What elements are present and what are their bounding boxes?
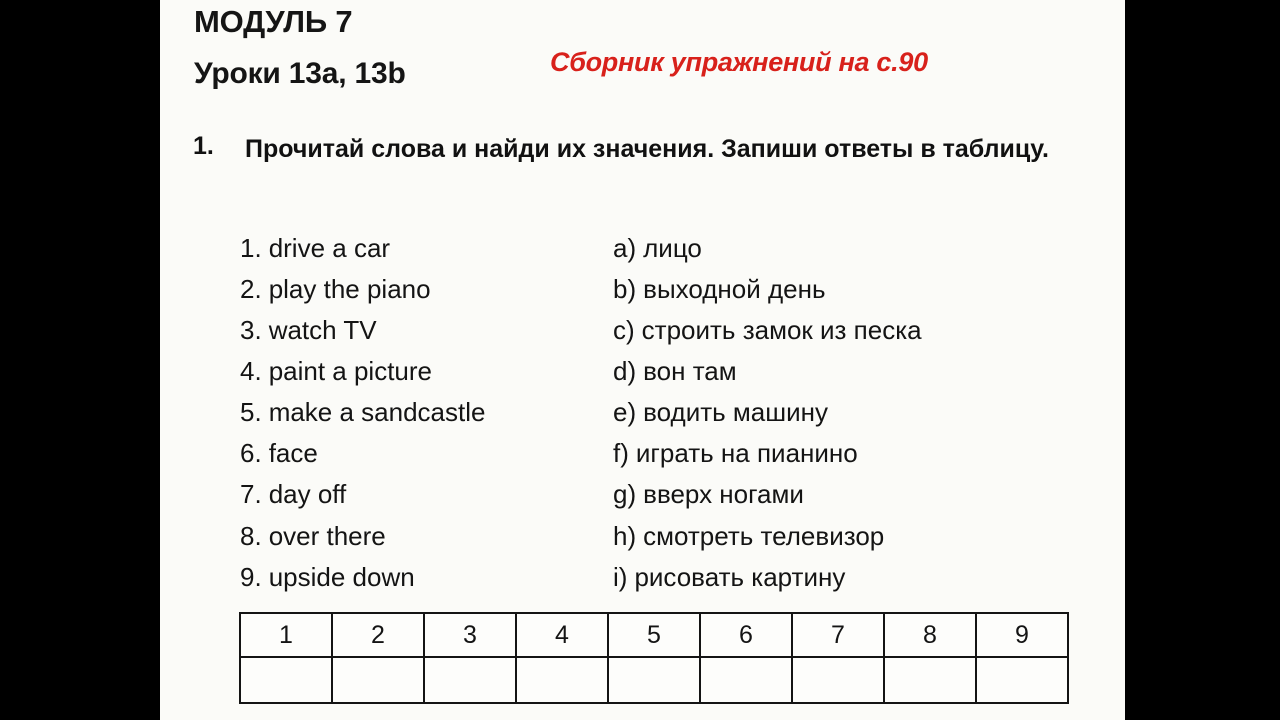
english-phrase-marker: 9. [240, 561, 262, 592]
worksheet-page: МОДУЛЬ 7 Уроки 13a, 13b Сборник упражнен… [160, 0, 1125, 720]
answer-table-answer-row [239, 656, 1069, 704]
russian-meaning-text: вверх ногами [643, 479, 804, 510]
task-number: 1. [193, 132, 214, 160]
russian-meaning-text: лицо [643, 233, 702, 263]
russian-meaning-marker: a) [613, 233, 637, 263]
russian-meaning-text: строить замок из песка [641, 315, 922, 346]
russian-meaning-marker: f) [613, 438, 629, 469]
answer-table-answer-cell[interactable] [883, 656, 977, 704]
english-phrase-item: 7. day off [240, 474, 590, 515]
english-phrase-item: 8. over there [240, 516, 590, 557]
answer-table-header-cell: 9 [975, 612, 1069, 658]
russian-meaning-item: a) лицо [613, 228, 1073, 269]
answer-table-header-cell: 5 [607, 612, 701, 658]
answer-table-header-cell: 2 [331, 612, 425, 658]
english-phrase-text: upside down [268, 561, 415, 592]
answer-table-answer-cell[interactable] [791, 656, 885, 704]
english-phrase-marker: 7. [240, 479, 262, 510]
russian-meaning-marker: e) [613, 397, 637, 428]
answer-table-answer-cell[interactable] [423, 656, 517, 704]
answer-table-header-cell: 4 [515, 612, 609, 658]
english-phrase-marker: 8. [240, 520, 262, 551]
russian-meanings-column: a) лицо b) выходной день c) строить замок из … [613, 228, 1073, 598]
russian-meaning-marker: i) [613, 561, 628, 592]
english-phrase-item: 9. upside down [240, 557, 590, 598]
answer-table-header-cell: 7 [791, 612, 885, 658]
english-phrase-text: make a sandcastle [268, 397, 486, 428]
russian-meaning-item: b) выходной день [613, 269, 1073, 310]
russian-meaning-item: g) вверх ногами [613, 474, 1073, 515]
answer-table: 123456789 [239, 612, 1069, 704]
russian-meaning-item: f) играть на пианино [613, 433, 1073, 474]
russian-meaning-item: i) рисовать картину [613, 557, 1073, 598]
english-phrase-marker: 4. [240, 356, 262, 387]
russian-meaning-item: e) водить машину [613, 392, 1073, 433]
russian-meaning-text: выходной день [643, 274, 826, 305]
answer-table-answer-cell[interactable] [975, 656, 1069, 704]
english-phrase-item: 2. play the piano [240, 269, 590, 310]
english-phrase-text: drive a car [268, 233, 391, 263]
english-phrase-text: over there [268, 520, 386, 551]
letterbox-bar-left [0, 0, 160, 720]
russian-meaning-marker: h) [613, 520, 637, 551]
russian-meaning-item: h) смотреть телевизор [613, 516, 1073, 557]
answer-table-answer-cell[interactable] [607, 656, 701, 704]
english-phrases-column: 1. drive a car 2. play the piano 3. watch TV 4… [240, 228, 590, 598]
english-phrase-marker: 2. [240, 274, 262, 305]
answer-table-answer-cell[interactable] [699, 656, 793, 704]
russian-meaning-text: водить машину [643, 397, 828, 428]
letterbox-bar-right [1125, 0, 1280, 720]
english-phrase-item: 1. drive a car [240, 228, 590, 269]
module-title: МОДУЛЬ 7 [194, 4, 353, 39]
english-phrase-item: 5. make a sandcastle [240, 392, 590, 433]
english-phrase-marker: 3. [240, 315, 262, 346]
workbook-reference-note: Сборник упражнений на с.90 [550, 47, 928, 77]
russian-meaning-text: рисовать картину [634, 561, 846, 592]
russian-meaning-text: вон там [643, 356, 737, 387]
answer-table-header-cell: 6 [699, 612, 793, 658]
russian-meaning-marker: b) [613, 274, 637, 305]
english-phrase-text: paint a picture [268, 356, 433, 387]
russian-meaning-marker: d) [613, 356, 637, 387]
english-phrase-marker: 5. [240, 397, 262, 428]
russian-meaning-item: d) вон там [613, 351, 1073, 392]
english-phrase-marker: 6. [240, 438, 262, 469]
english-phrase-text: day off [268, 479, 347, 510]
russian-meaning-item: c) строить замок из песка [613, 310, 1073, 351]
english-phrase-item: 4. paint a picture [240, 351, 590, 392]
answer-table-header-cell: 1 [239, 612, 333, 658]
task-instruction: Прочитай слова и найди их значения. Запи… [245, 135, 1049, 163]
russian-meaning-marker: c) [613, 315, 635, 346]
english-phrase-text: watch TV [268, 315, 377, 346]
russian-meaning-text: смотреть телевизор [643, 520, 885, 551]
lessons-title: Уроки 13a, 13b [194, 57, 406, 90]
answer-table-header-cell: 3 [423, 612, 517, 658]
english-phrase-text: face [268, 438, 318, 469]
answer-table-header-row: 123456789 [239, 612, 1069, 658]
english-phrase-item: 3. watch TV [240, 310, 590, 351]
answer-table-answer-cell[interactable] [331, 656, 425, 704]
answer-table-header-cell: 8 [883, 612, 977, 658]
english-phrase-marker: 1. [240, 233, 262, 263]
answer-table-answer-cell[interactable] [515, 656, 609, 704]
russian-meaning-text: играть на пианино [635, 438, 858, 469]
answer-table-answer-cell[interactable] [239, 656, 333, 704]
english-phrase-text: play the piano [268, 274, 431, 305]
english-phrase-item: 6. face [240, 433, 590, 474]
screenshot-frame: МОДУЛЬ 7 Уроки 13a, 13b Сборник упражнен… [0, 0, 1280, 720]
russian-meaning-marker: g) [613, 479, 637, 510]
